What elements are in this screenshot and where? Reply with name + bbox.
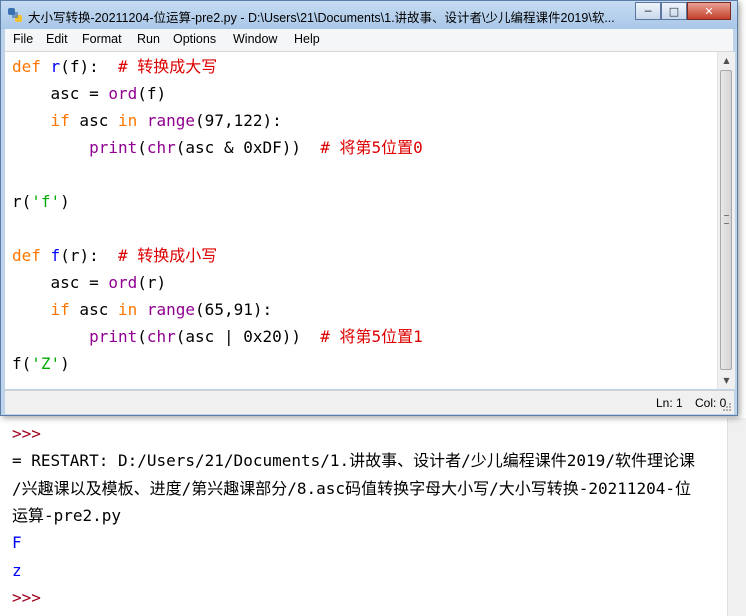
code-token: (97,122):: [195, 111, 282, 130]
code-token: (r): [137, 273, 167, 292]
shell-output-line: /兴趣课以及模板、进度/第兴趣课部分/8.asc码值转换字母大小写/大小写转换-…: [12, 478, 692, 498]
code-token: (: [137, 327, 147, 346]
code-token: ): [60, 354, 70, 373]
code-token: ord: [108, 84, 138, 103]
code-token: asc =: [12, 84, 109, 103]
scroll-thumb[interactable]: [720, 70, 732, 370]
close-icon: ✕: [704, 4, 714, 18]
code-token: ord: [108, 273, 138, 292]
minimize-button[interactable]: ─: [635, 2, 661, 20]
code-token: asc: [69, 300, 118, 319]
code-token: r: [50, 57, 61, 76]
title-bar[interactable]: 大小写转换-20211204-位运算-pre2.py - D:\Users\21…: [1, 1, 737, 29]
code-token: # 将第5位置0: [320, 138, 423, 157]
code-line[interactable]: def r(f): # 转换成大写: [12, 57, 217, 77]
code-token: (asc & 0xDF)): [175, 138, 321, 157]
code-token: (: [137, 138, 147, 157]
code-token: (f): [137, 84, 167, 103]
shell-output-line: z: [12, 560, 22, 580]
code-line[interactable]: print(chr(asc | 0x20)) # 将第5位置1: [12, 327, 423, 347]
scroll-down-arrow-icon[interactable]: ▼: [718, 372, 735, 389]
scroll-up-arrow-icon[interactable]: ▲: [718, 52, 735, 69]
code-token: range: [146, 111, 196, 130]
maximize-icon: □: [668, 4, 680, 18]
code-token: asc: [69, 111, 118, 130]
code-token: def: [12, 57, 41, 76]
shell-scrollbar[interactable]: [727, 418, 746, 616]
menu-help[interactable]: Help: [294, 32, 320, 46]
close-button[interactable]: ✕: [687, 2, 731, 20]
menu-format[interactable]: Format: [82, 32, 122, 46]
code-line[interactable]: def f(r): # 转换成小写: [12, 246, 217, 266]
code-line[interactable]: f('Z'): [12, 354, 70, 374]
menu-window[interactable]: Window: [233, 32, 277, 46]
code-token: ): [60, 192, 70, 211]
code-token: def: [12, 246, 41, 265]
python-idle-icon: [8, 8, 22, 22]
code-token: chr: [146, 138, 176, 157]
code-line[interactable]: print(chr(asc & 0xDF)) # 将第5位置0: [12, 138, 423, 158]
status-bar: Ln: 1 Col: 0: [5, 390, 734, 414]
code-token: (asc | 0x20)): [175, 327, 321, 346]
code-token: if: [50, 111, 70, 130]
code-token: # 转换成小写: [117, 246, 218, 265]
code-token: asc =: [12, 273, 109, 292]
code-token: chr: [146, 327, 176, 346]
menu-options[interactable]: Options: [173, 32, 216, 46]
code-line[interactable]: if asc in range(97,122):: [12, 111, 282, 131]
shell-prompt: >>>: [12, 587, 41, 607]
code-token: print: [89, 327, 138, 346]
window-title: 大小写转换-20211204-位运算-pre2.py - D:\Users\21…: [28, 11, 615, 25]
minimize-icon: ─: [644, 4, 652, 18]
code-token: print: [89, 138, 138, 157]
code-token: range: [146, 300, 196, 319]
shell-output-area[interactable]: >>> = RESTART: D:/Users/21/Documents/1.讲故…: [0, 418, 746, 616]
maximize-button[interactable]: □: [661, 2, 687, 20]
menu-run[interactable]: Run: [137, 32, 160, 46]
code-token: (65,91):: [195, 300, 273, 319]
code-token: in: [117, 300, 138, 319]
shell-output-line: F: [12, 533, 22, 553]
editor-scrollbar[interactable]: ▲ ▼: [717, 52, 735, 389]
code-token: 'f': [31, 192, 61, 211]
menu-edit[interactable]: Edit: [46, 32, 68, 46]
code-token: (r):: [60, 246, 118, 265]
code-line[interactable]: if asc in range(65,91):: [12, 300, 273, 320]
shell-output-line: 运算-pre2.py: [12, 505, 122, 525]
menu-file[interactable]: File: [13, 32, 33, 46]
code-token: (f):: [60, 57, 118, 76]
resize-grip-icon[interactable]: [722, 402, 732, 412]
code-token: f: [50, 246, 61, 265]
code-line[interactable]: r('f'): [12, 192, 70, 212]
code-line[interactable]: asc = ord(f): [12, 84, 167, 104]
shell-output-line: = RESTART: D:/Users/21/Documents/1.讲故事、设…: [12, 451, 695, 471]
code-token: # 将第5位置1: [320, 327, 423, 346]
menu-bar: File Edit Format Run Options Window Help: [5, 29, 733, 52]
code-token: 'Z': [31, 354, 61, 373]
code-token: in: [117, 111, 138, 130]
code-token: r(: [12, 192, 32, 211]
code-token: # 转换成大写: [117, 57, 218, 76]
code-editor[interactable]: def r(f): # 转换成大写 asc = ord(f) if asc in…: [5, 52, 717, 389]
shell-prompt: >>>: [12, 424, 41, 443]
code-line[interactable]: asc = ord(r): [12, 273, 167, 293]
code-token: f(: [12, 354, 32, 373]
editor-window: 大小写转换-20211204-位运算-pre2.py - D:\Users\21…: [0, 0, 738, 416]
code-token: if: [50, 300, 70, 319]
line-number-status: Ln: 1: [656, 396, 683, 410]
